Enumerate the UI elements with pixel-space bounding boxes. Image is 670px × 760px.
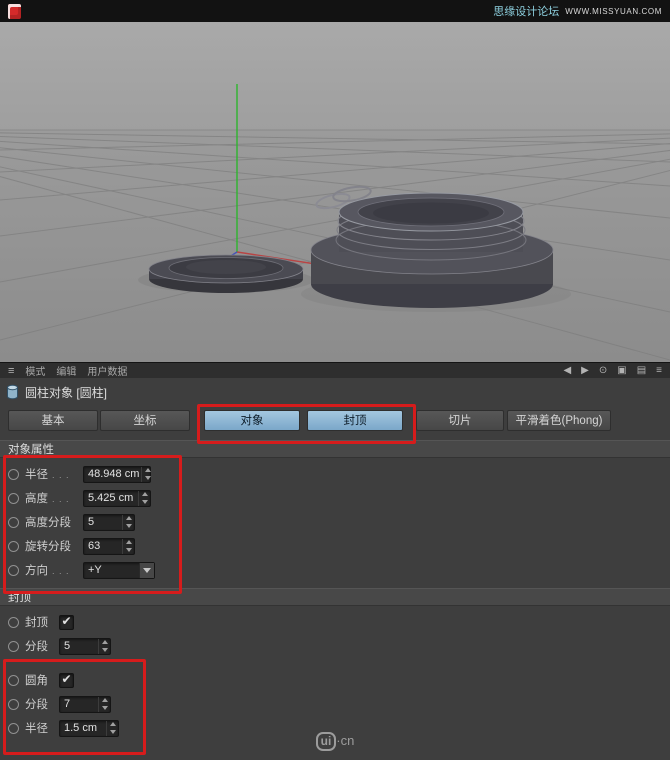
leader-dots: . . . <box>52 566 70 576</box>
radius-label: 半径 <box>25 466 48 482</box>
orientation-dropdown[interactable]: +Y <box>83 562 155 579</box>
titlebar: 思缘设计论坛 WWW.MISSYUAN.COM <box>0 0 670 22</box>
fillet-label: 圆角 <box>25 672 48 688</box>
keyframe-dot-icon[interactable] <box>8 641 19 652</box>
row-caps: 封顶 ✔ <box>0 610 670 634</box>
app-window: 思缘设计论坛 WWW.MISSYUAN.COM <box>0 0 670 760</box>
watermark-suffix: ·cn <box>336 733 354 748</box>
keyframe-dot-icon[interactable] <box>8 699 19 710</box>
attribute-manager-menubar: ≡ 模式 编辑 用户数据 ◀ ▶ ⊙ ▣ ▤ ≡ <box>0 362 670 378</box>
section-caps: 封顶 <box>0 588 670 606</box>
attribute-panel: 圆柱对象 [圆柱] 基本 坐标 对象 封顶 切片 平滑着色(Phong) 对象属… <box>0 378 670 760</box>
spinner-icon[interactable] <box>98 697 110 712</box>
ui-cn-logo-icon: ui <box>316 732 337 751</box>
cap-segments-input[interactable]: 5 <box>59 638 111 655</box>
caps-rows: 封顶 ✔ 分段 5 圆角 ✔ 分段 7 <box>0 610 670 740</box>
row-cap-segments: 分段 5 <box>0 634 670 658</box>
menu-edit[interactable]: 编辑 <box>56 363 76 378</box>
viewport-canvas <box>0 22 670 362</box>
height-segments-label: 高度分段 <box>25 514 71 530</box>
spinner-icon[interactable] <box>138 491 150 506</box>
keyframe-dot-icon[interactable] <box>8 517 19 528</box>
caps-checkbox[interactable]: ✔ <box>59 615 74 630</box>
height-input[interactable]: 5.425 cm <box>83 490 151 507</box>
section-object-properties: 对象属性 <box>0 440 670 458</box>
tab-basic[interactable]: 基本 <box>8 410 98 431</box>
rotation-segments-input[interactable]: 63 <box>83 538 135 555</box>
keyframe-dot-icon[interactable] <box>8 493 19 504</box>
site-url: WWW.MISSYUAN.COM <box>565 7 662 16</box>
tab-caps[interactable]: 封顶 <box>307 410 403 431</box>
watermark: ui·cn <box>0 732 670 751</box>
panel-menu-icon[interactable]: ≡ <box>656 365 662 376</box>
row-fillet-segments: 分段 7 <box>0 692 670 716</box>
history-forward-icon[interactable]: ▶ <box>581 365 589 376</box>
object-title: 圆柱对象 [圆柱] <box>25 384 107 401</box>
leader-dots: . . . <box>52 470 70 480</box>
record-icon[interactable]: ⊙ <box>599 365 607 376</box>
keyframe-dot-icon[interactable] <box>8 469 19 480</box>
caps-label: 封顶 <box>25 614 48 630</box>
menu-userdata[interactable]: 用户数据 <box>87 363 127 378</box>
site-name: 思缘设计论坛 <box>493 3 559 19</box>
height-label: 高度 <box>25 490 48 506</box>
cylinder-icon <box>6 384 19 400</box>
keyframe-dot-icon[interactable] <box>8 541 19 552</box>
tab-coordinates[interactable]: 坐标 <box>100 410 190 431</box>
viewport-sky <box>0 22 670 130</box>
keyframe-dot-icon[interactable] <box>8 675 19 686</box>
menu-mode[interactable]: 模式 <box>25 363 45 378</box>
row-rotation-segments: 旋转分段 63 <box>0 534 670 558</box>
float-window-icon[interactable]: ▣ <box>617 365 626 376</box>
object-properties-rows: 半径 . . . 48.948 cm 高度 . . . 5.425 cm 高度分段 … <box>0 462 670 582</box>
row-height-segments: 高度分段 5 <box>0 510 670 534</box>
fillet-segments-input[interactable]: 7 <box>59 696 111 713</box>
tab-object[interactable]: 对象 <box>204 410 300 431</box>
height-segments-input[interactable]: 5 <box>83 514 135 531</box>
fillet-checkbox[interactable]: ✔ <box>59 673 74 688</box>
fillet-segments-label: 分段 <box>25 696 48 712</box>
disc-object[interactable] <box>149 255 303 293</box>
viewport-3d[interactable] <box>0 22 670 362</box>
cap-segments-label: 分段 <box>25 638 48 654</box>
keyframe-dot-icon[interactable] <box>8 617 19 628</box>
layout-icon[interactable]: ▤ <box>637 365 646 376</box>
row-height: 高度 . . . 5.425 cm <box>0 486 670 510</box>
radius-input[interactable]: 48.948 cm <box>83 466 151 483</box>
leader-dots: . . . <box>52 494 70 504</box>
forum-logo-icon <box>8 4 21 19</box>
orientation-label: 方向 <box>25 562 48 578</box>
spinner-icon[interactable] <box>122 515 134 530</box>
row-orientation: 方向 . . . +Y <box>0 558 670 582</box>
spinner-icon[interactable] <box>141 467 153 482</box>
tab-phong[interactable]: 平滑着色(Phong) <box>507 410 611 431</box>
rotation-segments-label: 旋转分段 <box>25 538 71 554</box>
row-radius: 半径 . . . 48.948 cm <box>0 462 670 486</box>
spinner-icon[interactable] <box>122 539 134 554</box>
panel-hamburger-icon[interactable]: ≡ <box>8 365 14 377</box>
object-header: 圆柱对象 [圆柱] <box>0 380 107 404</box>
tab-slice[interactable]: 切片 <box>416 410 504 431</box>
chevron-down-icon[interactable] <box>139 563 154 578</box>
history-back-icon[interactable]: ◀ <box>563 365 571 376</box>
keyframe-dot-icon[interactable] <box>8 565 19 576</box>
row-fillet: 圆角 ✔ <box>0 668 670 692</box>
spinner-icon[interactable] <box>98 639 110 654</box>
